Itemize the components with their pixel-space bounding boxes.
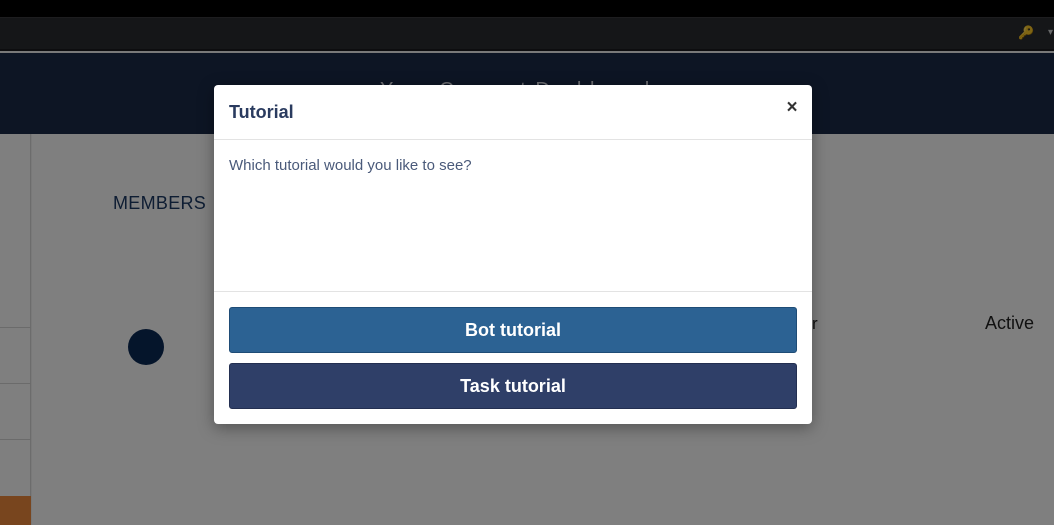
tutorial-modal: Tutorial × Which tutorial would you like… [214,85,812,424]
screen: 🔑 ▾ Yoco Connect Dashboard MEMBERS r Act… [0,0,1054,525]
task-tutorial-button[interactable]: Task tutorial [229,363,797,409]
modal-prompt: Which tutorial would you like to see? [229,157,472,174]
bot-tutorial-button[interactable]: Bot tutorial [229,307,797,353]
modal-title: Tutorial [229,102,294,122]
modal-body: Which tutorial would you like to see? [214,140,812,292]
modal-footer: Bot tutorial Task tutorial [214,292,812,424]
close-button[interactable]: × [784,98,800,117]
modal-header: Tutorial × [214,85,812,140]
